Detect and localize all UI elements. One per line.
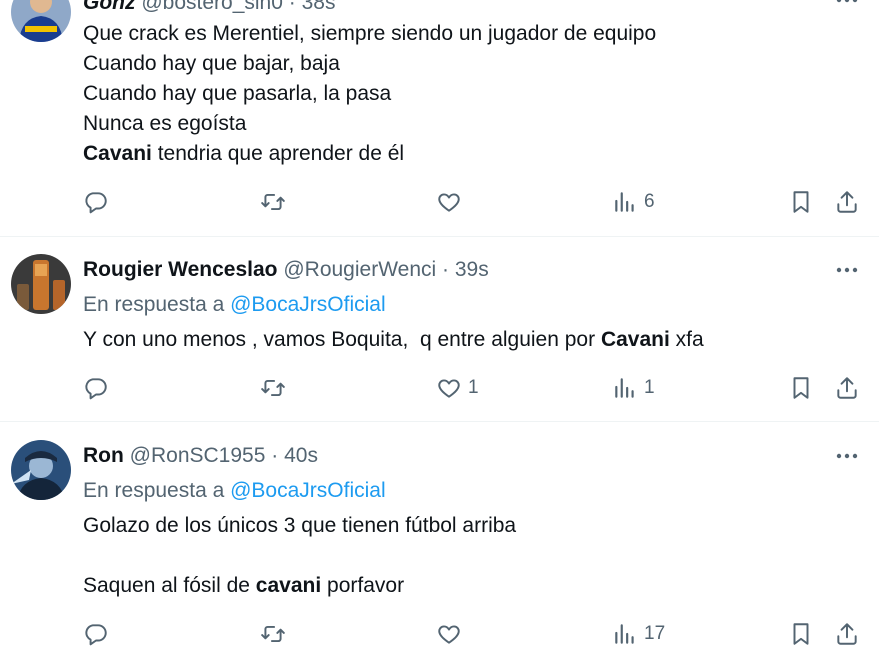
bookmark-button[interactable] [788,373,814,403]
reply-button[interactable] [83,619,115,649]
views-count: 17 [644,623,666,644]
reply-icon [85,192,107,214]
retweet-button[interactable] [260,373,292,403]
author-name[interactable]: Rougier Wenceslao [83,258,278,281]
text-line: Cavani tendria que aprender de él [83,142,405,165]
bookmark-button[interactable] [788,619,814,649]
views-icon [615,624,634,644]
avatar[interactable] [11,254,71,314]
mention-link[interactable]: @BocaJrsOficial [230,293,386,316]
tweet-text: Que crack es Merentiel, siempre siendo u… [83,19,656,169]
tweet-text: Y con uno menos , vamos Boquita, q entre… [83,325,704,355]
reply-prefix: En respuesta a [83,479,231,502]
timestamp[interactable]: 39s [455,258,489,281]
share-icon [837,191,857,213]
share-button[interactable] [834,187,860,217]
views-count: 1 [644,377,655,398]
bookmark-button[interactable] [788,187,814,217]
action-bar: 6 [0,187,879,217]
reply-context: En respuesta a @BocaJrsOficial [83,478,386,504]
more-options-button[interactable] [834,257,860,283]
views-button[interactable]: 17 [612,619,665,649]
author-handle[interactable]: @RonSC1955 [130,444,266,467]
views-count: 6 [644,191,655,212]
bookmark-icon [793,377,809,399]
author-name[interactable]: Ron [83,444,124,467]
reply-context: En respuesta a @BocaJrsOficial [83,292,386,318]
heart-icon [438,379,460,398]
share-button[interactable] [834,373,860,403]
views-icon [615,378,634,398]
views-button[interactable]: 6 [612,187,655,217]
avatar[interactable] [11,0,71,42]
reply-button[interactable] [83,373,115,403]
reply-icon [85,624,107,646]
retweet-button[interactable] [260,619,292,649]
more-icon [836,453,858,459]
heart-icon [438,625,460,644]
share-icon [837,377,857,399]
tweet-header: Rougier Wenceslao @RougierWenci · 39s [83,257,489,283]
reply-icon [85,378,107,400]
timeline-feed: Gonz @bostero_sin0 · 38s Que crack es Me… [0,0,879,655]
text-line: Y con uno menos , vamos Boquita, q entre… [83,328,704,351]
author-handle[interactable]: @bostero_sin0 [141,0,283,14]
separator-dot: · [288,0,296,14]
text-line: Golazo de los únicos 3 que tienen fútbol… [83,514,517,537]
text-line: Saquen al fósil de cavani porfavor [83,574,405,597]
share-icon [837,623,857,645]
text-line: Cuando hay que bajar, baja [83,52,340,75]
more-icon [836,267,858,273]
timestamp[interactable]: 40s [284,444,318,467]
more-icon [836,0,858,3]
action-bar: 17 [0,619,879,649]
avatar[interactable] [11,440,71,500]
retweet-button[interactable] [260,187,292,217]
tweet[interactable]: Ron @RonSC1955 · 40s En respuesta a @Boc… [0,422,879,655]
text-line [83,541,516,571]
text-line: Cuando hay que pasarla, la pasa [83,82,392,105]
separator-dot: · [442,258,450,281]
retweet-icon [261,193,285,211]
share-button[interactable] [834,619,860,649]
bookmark-icon [793,623,809,645]
bookmark-icon [793,191,809,213]
tweet-header: Ron @RonSC1955 · 40s [83,443,318,469]
tweet[interactable]: Rougier Wenceslao @RougierWenci · 39s En… [0,237,879,421]
action-bar: 1 1 [0,373,879,403]
views-icon [615,192,634,212]
like-button[interactable]: 1 [436,373,479,403]
like-button[interactable] [436,619,468,649]
tweet-text: Golazo de los únicos 3 que tienen fútbol… [83,511,516,601]
timestamp[interactable]: 38s [302,0,336,14]
heart-icon [438,193,460,212]
retweet-icon [261,379,285,397]
more-options-button[interactable] [834,443,860,469]
author-handle[interactable]: @RougierWenci [283,258,436,281]
more-options-button[interactable] [834,0,860,13]
reply-button[interactable] [83,187,115,217]
text-line: Que crack es Merentiel, siempre siendo u… [83,22,657,45]
reply-prefix: En respuesta a [83,293,231,316]
views-button[interactable]: 1 [612,373,655,403]
tweet[interactable]: Gonz @bostero_sin0 · 38s Que crack es Me… [0,0,879,236]
mention-link[interactable]: @BocaJrsOficial [230,479,386,502]
text-line: Nunca es egoísta [83,112,247,135]
author-name[interactable]: Gonz [83,0,136,14]
tweet-header: Gonz @bostero_sin0 · 38s [83,0,335,16]
like-button[interactable] [436,187,468,217]
retweet-icon [261,625,285,643]
separator-dot: · [271,444,279,467]
like-count: 1 [468,377,479,398]
